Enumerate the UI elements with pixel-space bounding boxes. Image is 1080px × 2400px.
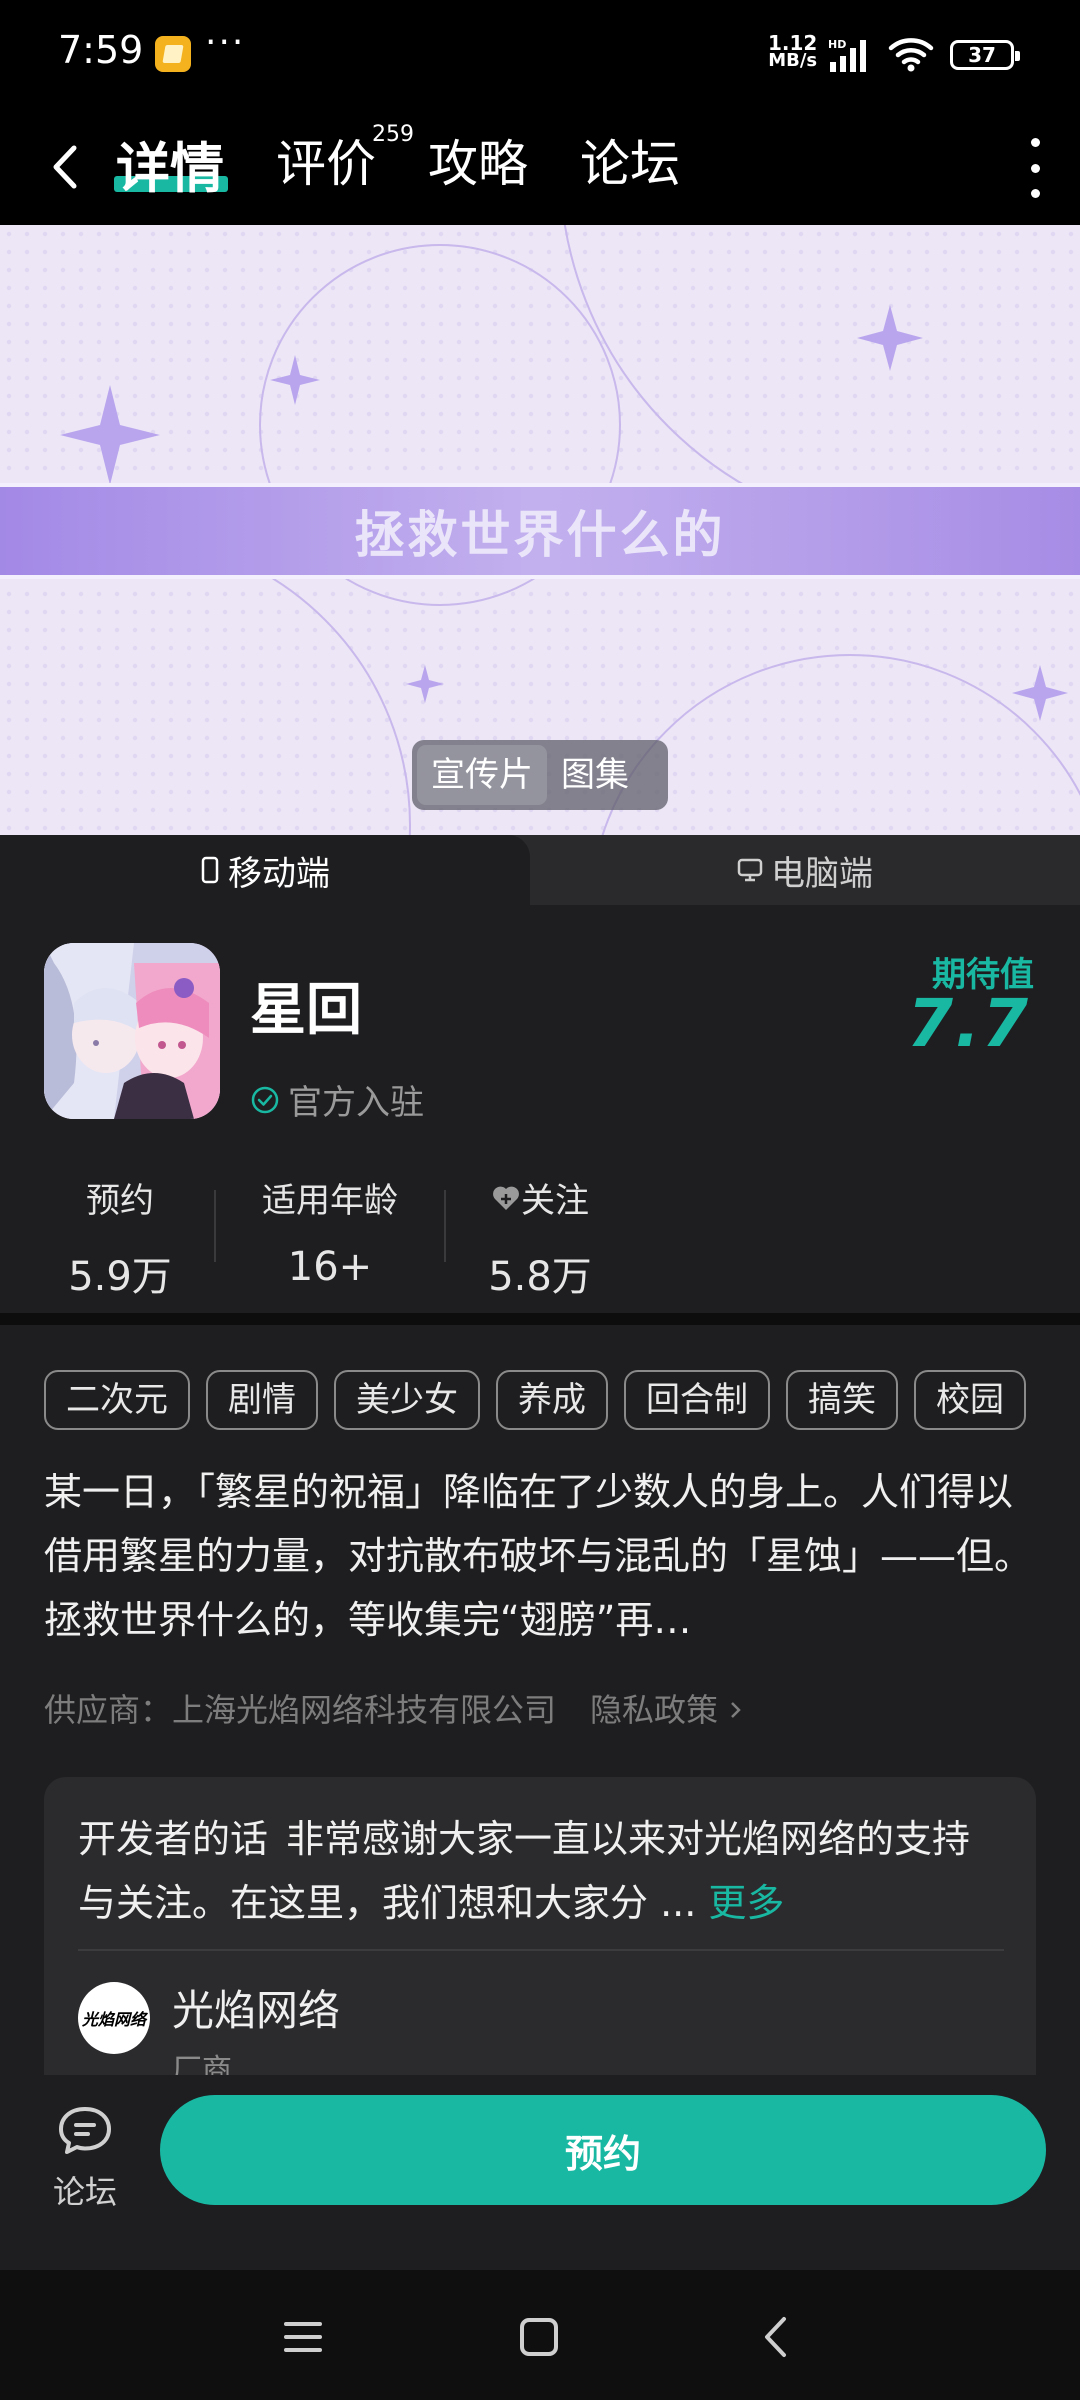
toggle-video[interactable]: 宣传片 xyxy=(417,745,547,805)
more-link[interactable]: 更多 xyxy=(708,1881,784,1925)
tab-reviews[interactable]: 评价 xyxy=(276,124,376,196)
stat-divider xyxy=(444,1190,446,1262)
media-type-toggle: 宣传片 图集 xyxy=(412,740,668,810)
platform-tab-pc[interactable]: 电脑端 xyxy=(530,835,1080,905)
tab-details-label: 详情 xyxy=(116,137,224,200)
expectation-score: 7.7 xyxy=(907,985,1030,1062)
cellular-signal-icon: HD xyxy=(828,38,866,72)
app-icon-artwork xyxy=(44,943,220,1119)
forum-button[interactable]: 论坛 xyxy=(40,2105,130,2225)
stat-label: 预约 xyxy=(86,1181,154,1221)
official-badge: 官方入驻 xyxy=(250,1075,424,1124)
toggle-gallery[interactable]: 图集 xyxy=(547,745,643,805)
menu-dot xyxy=(1030,138,1040,147)
battery-indicator: 37 xyxy=(950,40,1020,70)
system-nav-bar xyxy=(0,2270,1080,2400)
stat-divider xyxy=(214,1190,216,1262)
app-header-section: 星回 官方入驻 期待值 7.7 预约 5.9万 适用年龄 16+ 关注 5.8万 xyxy=(0,905,1080,1313)
stat-value: 16+ xyxy=(287,1244,373,1290)
stat-value: 5.8万 xyxy=(488,1254,592,1300)
stat-reservations: 预约 5.9万 xyxy=(50,1173,190,1302)
stat-age-rating: 适用年龄 16+ xyxy=(240,1173,420,1290)
bottom-action-bar: 论坛 预约 xyxy=(0,2075,1080,2270)
tag-list: 二次元 剧情 美少女 养成 回合制 搞笑 校园 xyxy=(44,1370,1080,1430)
top-nav: 详情 评价 259 攻略 论坛 xyxy=(0,110,1080,225)
banner-title: 拯救世界什么的 xyxy=(354,506,726,564)
stat-value: 5.9万 xyxy=(68,1254,172,1300)
supplier-row: 供应商：上海光焰网络科技有限公司 隐私政策 xyxy=(44,1685,744,1731)
stat-label: 适用年龄 xyxy=(262,1181,398,1221)
wifi-icon xyxy=(888,38,934,72)
game-details: 星回 官方入驻 期待值 7.7 预约 5.9万 适用年龄 16+ 关注 5.8万… xyxy=(0,905,1080,2075)
menu-icon xyxy=(284,2322,322,2352)
hd-label: HD xyxy=(828,38,846,51)
status-more-icon: ··· xyxy=(205,22,246,63)
back-button[interactable] xyxy=(40,132,90,202)
reserve-button[interactable]: 预约 xyxy=(160,2095,1046,2205)
home-square-icon xyxy=(520,2318,558,2356)
tab-details[interactable]: 详情 xyxy=(116,124,224,203)
tag[interactable]: 养成 xyxy=(496,1370,608,1430)
developer-role: 厂商 xyxy=(172,2053,232,2075)
menu-dot xyxy=(1030,189,1040,198)
app-icon xyxy=(44,943,220,1119)
tag[interactable]: 剧情 xyxy=(206,1370,318,1430)
status-bar: 7:59 ··· 1.12 MB/s HD 37 xyxy=(0,0,1080,110)
developer-name[interactable]: 光焰网络 xyxy=(172,1977,340,2038)
home-button[interactable] xyxy=(514,2312,564,2362)
network-speed: 1.12 MB/s xyxy=(768,33,818,71)
notification-app-icon xyxy=(155,36,191,72)
chat-bubble-icon xyxy=(59,2107,111,2154)
verified-check-icon xyxy=(251,1086,279,1113)
stat-label: 关注 xyxy=(521,1181,589,1221)
phone-icon xyxy=(201,856,219,884)
stat-label-row: 关注 xyxy=(470,1173,610,1222)
developer-avatar[interactable]: 光焰网络 xyxy=(78,1982,150,2054)
chevron-right-icon xyxy=(731,1702,741,1718)
system-back-button[interactable] xyxy=(750,2312,800,2362)
chevron-left-icon xyxy=(53,145,77,189)
monitor-icon xyxy=(737,858,763,882)
menu-dot xyxy=(1030,163,1040,173)
forum-label: 论坛 xyxy=(52,2173,117,2211)
developer-note: 开发者的话 非常感谢大家一直以来对光焰网络的支持与关注。在这里，我们想和大家分 .… xyxy=(78,1807,998,1935)
privacy-policy-link[interactable]: 隐私政策 xyxy=(590,1685,744,1731)
recent-apps-button[interactable] xyxy=(278,2312,328,2362)
official-label: 官方入驻 xyxy=(288,1083,424,1123)
platform-mobile-label: 移动端 xyxy=(228,853,330,894)
heart-plus-icon xyxy=(493,1186,519,1210)
supplier-name: 供应商：上海光焰网络科技有限公司 xyxy=(44,1691,557,1729)
media-banner[interactable]: 拯救世界什么的 宣传片 图集 xyxy=(0,225,1080,835)
tag[interactable]: 校园 xyxy=(914,1370,1026,1430)
platform-tabs: 移动端 电脑端 xyxy=(0,835,1080,905)
card-divider xyxy=(78,1949,1004,1951)
platform-pc-label: 电脑端 xyxy=(771,853,873,894)
stat-followers[interactable]: 关注 5.8万 xyxy=(470,1173,610,1302)
more-menu-button[interactable] xyxy=(1020,138,1050,198)
status-time: 7:59 xyxy=(58,28,144,72)
tab-forum[interactable]: 论坛 xyxy=(580,124,680,196)
privacy-policy-label: 隐私政策 xyxy=(590,1691,719,1729)
app-name: 星回 xyxy=(250,978,362,1043)
reviews-count-badge: 259 xyxy=(372,122,414,147)
network-speed-unit: MB/s xyxy=(768,50,818,71)
game-description[interactable]: 某一日，「繁星的祝福」降临在了少数人的身上。人们得以借用繁星的力量，对抗散布破坏… xyxy=(44,1460,1040,1652)
tag[interactable]: 回合制 xyxy=(624,1370,770,1430)
tag[interactable]: 二次元 xyxy=(44,1370,190,1430)
developer-note-card[interactable]: 开发者的话 非常感谢大家一直以来对光焰网络的支持与关注。在这里，我们想和大家分 .… xyxy=(44,1777,1036,2075)
tag[interactable]: 搞笑 xyxy=(786,1370,898,1430)
back-arrow-icon xyxy=(765,2317,786,2357)
tab-guides[interactable]: 攻略 xyxy=(428,124,528,196)
tag[interactable]: 美少女 xyxy=(334,1370,480,1430)
section-divider xyxy=(0,1313,1080,1325)
developer-note-heading: 开发者的话 xyxy=(78,1817,269,1861)
platform-tab-mobile[interactable]: 移动端 xyxy=(0,835,530,905)
